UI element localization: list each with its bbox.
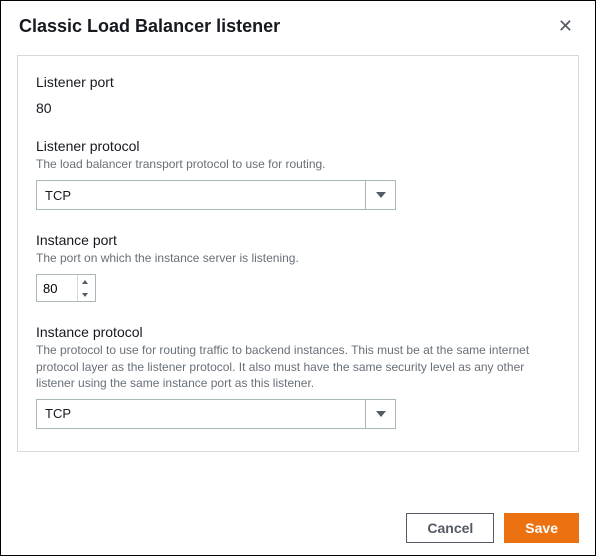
chevron-down-icon — [376, 411, 386, 417]
listener-port-section: Listener port 80 — [36, 74, 560, 116]
instance-protocol-select[interactable]: TCP — [36, 399, 396, 429]
instance-port-description: The port on which the instance server is… — [36, 250, 560, 266]
instance-port-section: Instance port The port on which the inst… — [36, 232, 560, 302]
listener-protocol-label: Listener protocol — [36, 138, 560, 154]
dialog-title: Classic Load Balancer listener — [19, 16, 280, 37]
close-button[interactable]: ✕ — [554, 15, 577, 37]
instance-port-input[interactable] — [37, 275, 77, 301]
arrow-up-icon — [82, 280, 88, 284]
instance-protocol-label: Instance protocol — [36, 324, 560, 340]
instance-protocol-description: The protocol to use for routing traffic … — [36, 342, 560, 391]
listener-protocol-description: The load balancer transport protocol to … — [36, 156, 560, 172]
instance-protocol-section: Instance protocol The protocol to use fo… — [36, 324, 560, 429]
instance-port-stepper — [77, 275, 91, 301]
listener-port-value: 80 — [36, 100, 560, 116]
instance-protocol-value: TCP — [37, 406, 71, 421]
form-panel: Listener port 80 Listener protocol The l… — [17, 55, 579, 452]
listener-protocol-caret — [365, 181, 395, 209]
instance-protocol-caret — [365, 400, 395, 428]
instance-port-input-wrap — [36, 274, 96, 302]
chevron-down-icon — [376, 192, 386, 198]
listener-protocol-value: TCP — [37, 188, 71, 203]
cancel-button[interactable]: Cancel — [406, 513, 494, 543]
dialog-footer: Cancel Save — [406, 513, 579, 543]
arrow-down-icon — [82, 293, 88, 297]
stepper-down-button[interactable] — [78, 288, 91, 301]
listener-port-label: Listener port — [36, 74, 560, 90]
dialog-header: Classic Load Balancer listener ✕ — [1, 1, 595, 47]
instance-port-label: Instance port — [36, 232, 560, 248]
stepper-up-button[interactable] — [78, 275, 91, 288]
close-icon: ✕ — [558, 16, 573, 36]
save-button[interactable]: Save — [504, 513, 579, 543]
listener-protocol-section: Listener protocol The load balancer tran… — [36, 138, 560, 210]
listener-protocol-select[interactable]: TCP — [36, 180, 396, 210]
